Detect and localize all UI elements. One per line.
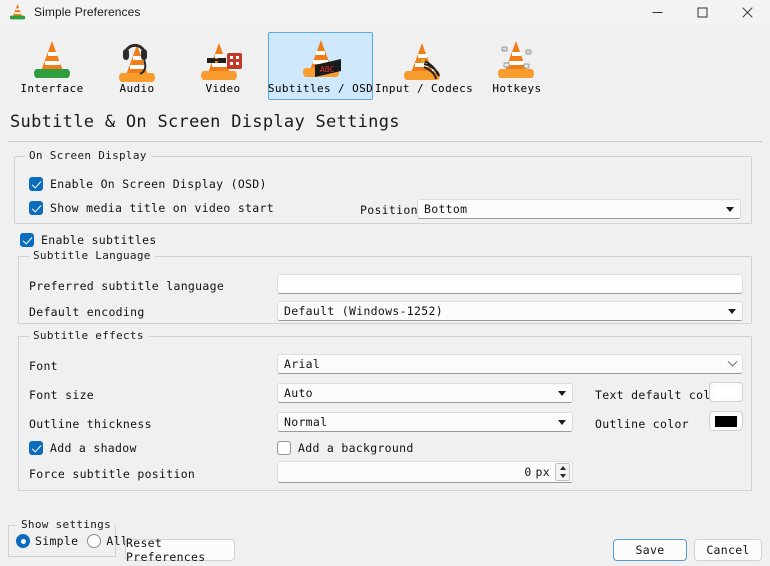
title-separator [8,141,762,142]
tab-subtitles-osd[interactable]: ABC Subtitles / OSD [268,32,373,100]
tab-audio[interactable]: Audio [88,32,186,100]
save-button[interactable]: Save [613,539,687,561]
chevron-down-icon [722,308,742,314]
section-toolbar: Interface Audio Video ABC Subtitles / OS… [0,24,770,106]
outline-thickness-value: Normal [284,415,328,429]
font-label: Font [29,359,58,373]
tab-interface[interactable]: Interface [3,32,101,100]
font-dropdown[interactable]: Arial [277,354,743,374]
vlc-cone-video-icon [199,37,247,81]
stepper-down-icon[interactable] [559,474,566,478]
group-subtitle-effects: Subtitle effects Font Arial Font size Au… [18,329,752,491]
tab-video-label: Video [205,82,241,95]
text-default-color-button[interactable] [709,382,743,402]
preferred-language-label: Preferred subtitle language [29,279,225,293]
outline-color-swatch [715,415,737,427]
group-subtitle-effects-title: Subtitle effects [29,329,148,342]
tab-hotkeys-label: Hotkeys [492,82,542,95]
checkbox-add-shadow[interactable]: Add a shadow [29,441,137,455]
checkbox-enable-subtitles[interactable]: Enable subtitles [20,233,157,247]
preferred-language-input[interactable] [277,274,743,294]
checkbox-add-background-box[interactable] [277,441,291,455]
position-label: Position [360,203,418,217]
vlc-cone-hotkeys-icon [493,37,541,81]
maximize-icon[interactable] [680,0,725,24]
group-show-settings-title: Show settings [17,518,115,531]
font-size-label: Font size [29,388,95,402]
checkbox-enable-osd-label: Enable On Screen Display (OSD) [50,177,267,191]
tab-hotkeys[interactable]: Hotkeys [468,32,566,100]
settings-content: On Screen Display Enable On Screen Displ… [0,148,770,522]
chevron-down-icon [552,390,572,396]
page-title: Subtitle & On Screen Display Settings [10,112,400,132]
group-on-screen-display: On Screen Display Enable On Screen Displ… [14,149,752,224]
chevron-down-icon [722,356,742,368]
group-show-settings: Show settings Simple All [8,518,128,557]
vlc-cone-subtitles-icon: ABC [297,37,345,81]
checkbox-enable-subtitles-label: Enable subtitles [41,233,157,247]
bottom-bar: Show settings Simple All Reset Preferenc… [0,518,770,566]
checkbox-add-background-label: Add a background [298,441,414,455]
tab-interface-label: Interface [20,82,84,95]
tab-input-codecs[interactable]: Input / Codecs [375,32,473,100]
font-size-value: Auto [284,386,313,400]
force-subtitle-position-stepper[interactable]: 0 px [277,461,573,483]
minimize-icon[interactable] [635,0,680,24]
svg-text:ABC: ABC [320,65,335,74]
outline-color-button[interactable] [709,411,743,431]
default-encoding-dropdown[interactable]: Default (Windows-1252) [277,301,743,321]
checkbox-show-media-title-box[interactable] [29,201,43,215]
tab-audio-label: Audio [119,82,155,95]
default-encoding-label: Default encoding [29,305,145,319]
stepper-buttons[interactable] [555,463,570,481]
title-bar: Simple Preferences [0,0,770,24]
force-subtitle-position-value: 0 [524,465,532,479]
outline-thickness-label: Outline thickness [29,417,152,431]
radio-all[interactable] [87,534,102,548]
checkbox-show-media-title-label: Show media title on video start [50,201,274,215]
vlc-cone-audio-icon [113,37,161,82]
checkbox-add-background[interactable]: Add a background [277,441,414,455]
tab-video[interactable]: Video [174,32,272,100]
vlc-cone-interface-icon [28,37,76,81]
window-controls [635,0,770,24]
force-subtitle-position-unit: px [535,465,550,479]
checkbox-show-media-title[interactable]: Show media title on video start [29,201,274,215]
checkbox-add-shadow-label: Add a shadow [50,441,137,455]
cancel-button[interactable]: Cancel [694,539,762,561]
font-value: Arial [284,357,321,371]
font-size-dropdown[interactable]: Auto [277,383,573,403]
text-default-color-label: Text default color [595,388,726,402]
text-default-color-swatch [715,386,737,398]
tab-input-codecs-label: Input / Codecs [374,82,474,95]
vlc-cone-icon [9,3,26,20]
chevron-down-icon [720,206,740,212]
group-on-screen-display-title: On Screen Display [25,149,151,162]
window-title: Simple Preferences [34,5,141,19]
group-subtitle-language-title: Subtitle Language [29,249,155,262]
stepper-up-icon[interactable] [559,466,566,470]
checkbox-enable-osd[interactable]: Enable On Screen Display (OSD) [29,177,267,191]
close-icon[interactable] [725,0,770,24]
group-subtitle-language: Subtitle Language Preferred subtitle lan… [18,249,752,324]
force-subtitle-position-label: Force subtitle position [29,467,196,481]
checkbox-enable-osd-box[interactable] [29,177,43,191]
position-dropdown-value: Bottom [424,202,468,216]
position-dropdown[interactable]: Bottom [417,199,741,219]
radio-simple[interactable] [16,534,30,548]
default-encoding-value: Default (Windows-1252) [284,304,443,318]
radio-simple-label: Simple [35,534,79,548]
reset-preferences-button[interactable]: Reset Preferences [125,536,235,564]
show-settings-radio-group[interactable]: Simple All [16,534,137,548]
tab-subtitles-osd-label: Subtitles / OSD [267,82,374,95]
outline-thickness-dropdown[interactable]: Normal [277,412,573,432]
checkbox-add-shadow-box[interactable] [29,441,43,455]
chevron-down-icon [552,419,572,425]
vlc-cone-input-icon [400,37,448,81]
checkbox-enable-subtitles-box[interactable] [20,233,34,247]
outline-color-label: Outline color [595,417,689,431]
